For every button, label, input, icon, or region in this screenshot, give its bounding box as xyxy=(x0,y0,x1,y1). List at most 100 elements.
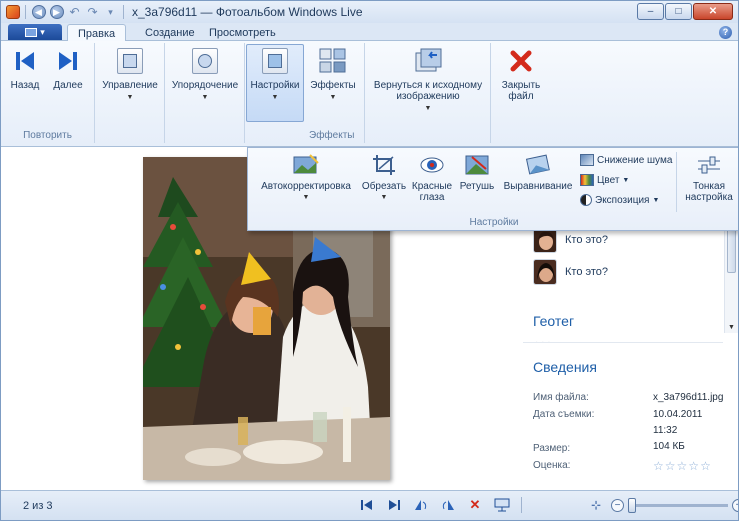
straighten-button[interactable]: Выравнивание xyxy=(500,152,576,192)
filename-value[interactable]: x_3a796d11.jpg xyxy=(653,392,723,403)
delete-icon[interactable]: ✕ xyxy=(467,497,483,513)
actual-size-icon[interactable]: ⊹ xyxy=(591,498,607,512)
section-divider xyxy=(523,342,723,343)
effects-icon xyxy=(317,45,349,77)
person-item[interactable]: Кто это? xyxy=(533,259,608,285)
qat-separator xyxy=(25,5,26,19)
star-icon[interactable]: ☆ xyxy=(700,459,711,473)
autocorrect-button[interactable]: Автокорректировка ▼ xyxy=(256,152,356,203)
zoom-out-icon[interactable]: − xyxy=(611,498,624,512)
file-menu-button[interactable]: ▾ xyxy=(8,24,62,40)
manage-label: Управление xyxy=(102,80,158,91)
minimize-button[interactable]: – xyxy=(637,3,664,20)
group-effects: Настройки ▼ Эффекты ▼ Эффекты xyxy=(245,43,365,143)
info-scrollbar[interactable]: ▼ xyxy=(724,227,738,333)
crop-icon xyxy=(370,152,398,178)
help-icon[interactable]: ? xyxy=(719,26,732,39)
color-icon xyxy=(580,174,594,186)
person-label: Кто это? xyxy=(565,234,609,246)
effects-button[interactable]: Эффекты ▼ xyxy=(307,45,359,103)
maximize-button[interactable]: □ xyxy=(665,3,692,20)
close-file-button[interactable]: Закрыть файл xyxy=(495,45,547,102)
group-manage: Управление ▼ xyxy=(95,43,165,143)
person-label: Кто это? xyxy=(565,266,609,278)
retouch-button[interactable]: Ретушь xyxy=(456,152,498,192)
straighten-icon xyxy=(524,152,552,178)
adjust-small-buttons: Снижение шума Цвет ▼ Экспозиция ▼ xyxy=(580,152,672,208)
close-button[interactable]: ✕ xyxy=(693,3,733,20)
chevron-down-icon: ▼ xyxy=(424,105,432,112)
time-value[interactable]: 11:32 xyxy=(653,425,677,436)
color-label: Цвет xyxy=(597,174,620,186)
retouch-icon xyxy=(463,152,491,178)
undo-icon[interactable]: ↶ xyxy=(67,5,82,20)
fine-tune-button[interactable]: Тонкая настройка xyxy=(680,152,738,203)
title-bar: ◀ ▶ ↶ ↷ ▾ x_3a796d11 — Фотоальбом Window… xyxy=(1,1,738,23)
skip-forward-icon xyxy=(52,45,84,77)
chevron-down-icon[interactable]: ▼ xyxy=(728,324,735,331)
app-icon[interactable] xyxy=(5,5,20,20)
group-close: Закрыть файл xyxy=(491,43,551,143)
panel-separator xyxy=(676,152,677,212)
photo-count: 2 из 3 xyxy=(23,500,53,512)
autocorrect-label: Автокорректировка xyxy=(261,181,351,192)
rating-label: Оценка: xyxy=(533,460,571,471)
arrange-button[interactable]: Упорядочение ▼ xyxy=(167,45,243,103)
tab-create[interactable]: Создание xyxy=(135,24,205,41)
star-icon[interactable]: ☆ xyxy=(665,459,676,473)
redo-icon[interactable]: ↷ xyxy=(85,5,100,20)
group-repeat-label: Повторить xyxy=(23,130,72,141)
arrange-icon xyxy=(189,45,221,77)
rotate-left-icon[interactable] xyxy=(413,497,429,513)
back-circle-icon[interactable]: ◀ xyxy=(31,5,46,20)
settings-button[interactable]: Настройки ▼ xyxy=(246,44,304,122)
scrollbar-thumb[interactable] xyxy=(727,229,736,273)
effects-label: Эффекты xyxy=(310,80,356,91)
next-icon[interactable] xyxy=(386,497,402,513)
rating-stars[interactable]: ☆ ☆ ☆ ☆ ☆ xyxy=(653,459,711,473)
zoom-slider[interactable] xyxy=(628,497,728,513)
star-icon[interactable]: ☆ xyxy=(688,459,699,473)
zoom-slider-thumb[interactable] xyxy=(628,497,636,513)
settings-panel: Автокорректировка ▼ Обрезать ▼ Красные г… xyxy=(247,147,738,231)
next-button[interactable]: Далее xyxy=(47,45,89,91)
skip-back-icon xyxy=(9,45,41,77)
zoom-in-icon[interactable]: + xyxy=(732,498,738,512)
noise-reduction-button[interactable]: Снижение шума xyxy=(580,152,672,168)
tab-edit[interactable]: Правка xyxy=(67,24,127,42)
star-icon[interactable]: ☆ xyxy=(653,459,664,473)
revert-icon xyxy=(412,45,444,77)
color-button[interactable]: Цвет ▼ xyxy=(580,172,672,188)
star-icon[interactable]: ☆ xyxy=(677,459,688,473)
close-x-icon xyxy=(505,45,537,77)
tab-view[interactable]: Просмотреть xyxy=(199,24,286,41)
navigation-controls: ✕ xyxy=(359,497,522,513)
forward-circle-icon[interactable]: ▶ xyxy=(49,5,64,20)
red-eye-button[interactable]: Красные глаза xyxy=(410,152,454,203)
qat-customize-icon[interactable]: ▾ xyxy=(103,5,118,20)
date-label: Дата съемки: xyxy=(533,409,595,420)
rotate-right-icon[interactable] xyxy=(440,497,456,513)
back-button[interactable]: Назад xyxy=(5,45,45,91)
retouch-label: Ретушь xyxy=(459,181,495,192)
revert-button[interactable]: Вернуться к исходному изображению ▼ xyxy=(369,45,487,114)
ribbon-tabs: ▾ Правка Создание Просмотреть ? xyxy=(1,23,738,42)
crop-button[interactable]: Обрезать ▼ xyxy=(360,152,408,203)
manage-button[interactable]: Управление ▼ xyxy=(97,45,163,103)
close-file-label: Закрыть файл xyxy=(501,80,541,102)
chevron-down-icon: ▼ xyxy=(302,194,310,201)
size-label: Размер: xyxy=(533,443,571,454)
crop-label: Обрезать xyxy=(361,181,407,192)
zoom-control: ⊹ − + xyxy=(591,497,738,513)
slideshow-icon[interactable] xyxy=(494,497,510,513)
exposure-button[interactable]: Экспозиция ▼ xyxy=(580,192,672,208)
autocorrect-icon xyxy=(292,152,320,178)
previous-icon[interactable] xyxy=(359,497,375,513)
revert-label: Вернуться к исходному изображению xyxy=(373,80,483,102)
status-separator xyxy=(521,497,522,513)
exposure-label: Экспозиция xyxy=(595,194,650,206)
qat-separator xyxy=(123,5,124,19)
group-arrange: Упорядочение ▼ xyxy=(165,43,245,143)
date-value[interactable]: 10.04.2011 xyxy=(653,409,702,420)
settings-panel-label: Настройки xyxy=(469,217,519,228)
